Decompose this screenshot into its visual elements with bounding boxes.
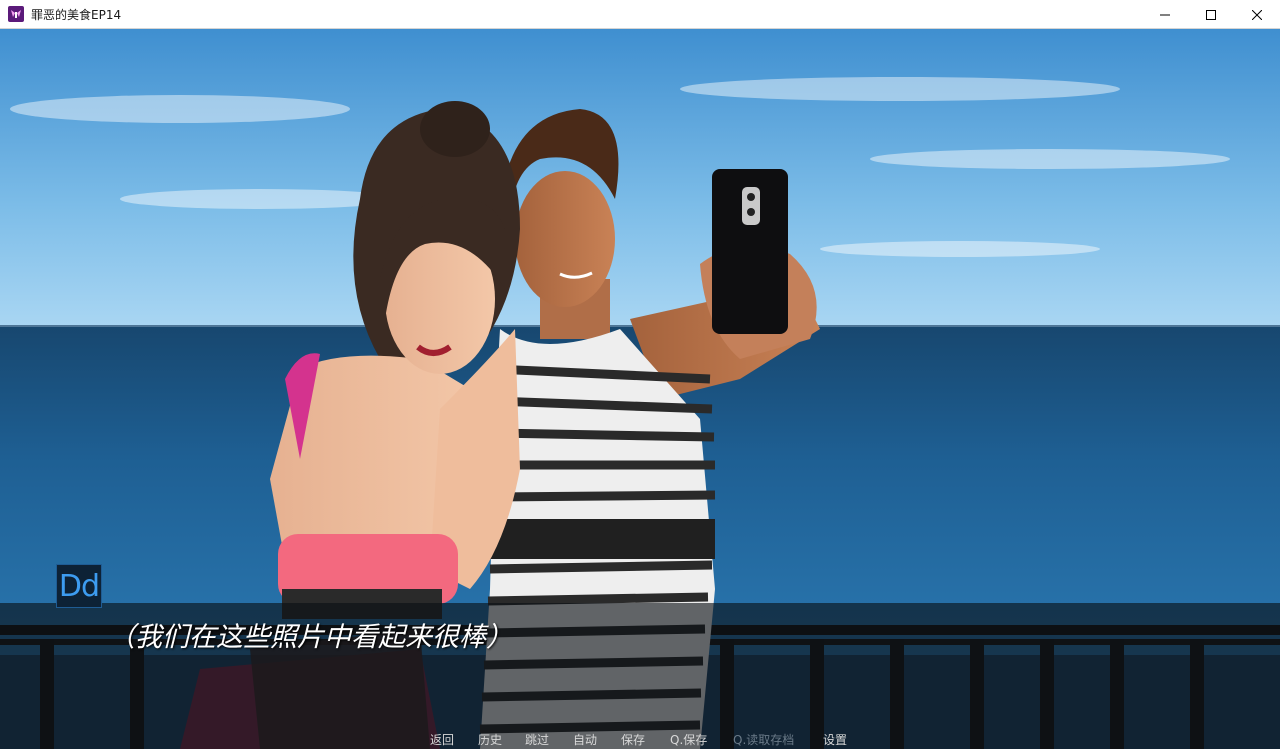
sky [0,29,1280,327]
minimize-icon[interactable] [1142,0,1188,29]
quick-load-button[interactable]: Q.读取存档 [733,732,794,749]
back-button[interactable]: 返回 [430,732,454,749]
quick-menu: 返回 历史 跳过 自动 保存 Q.保存 Q.读取存档 设置 [0,732,1280,749]
app-icon [8,6,24,22]
close-icon[interactable] [1234,0,1280,29]
dialogue-text: （我们在这些照片中看起来很棒） [108,622,513,653]
maximize-icon[interactable] [1188,0,1234,29]
history-button[interactable]: 历史 [478,732,502,749]
speaker-badge: Dd [56,564,102,608]
settings-button[interactable]: 设置 [823,732,847,749]
window-controls [1142,0,1280,29]
quick-save-button[interactable]: Q.保存 [670,732,707,749]
save-button[interactable]: 保存 [621,732,645,749]
window-title: 罪恶的美食EP14 [31,7,122,22]
game-window: 罪恶的美食EP14 Dd （我们在这些照片中看起来很棒） 返回 历史 跳过 自动… [0,0,1280,749]
skip-button[interactable]: 跳过 [525,732,549,749]
auto-button[interactable]: 自动 [573,732,597,749]
title-bar: 罪恶的美食EP14 [0,0,1280,29]
